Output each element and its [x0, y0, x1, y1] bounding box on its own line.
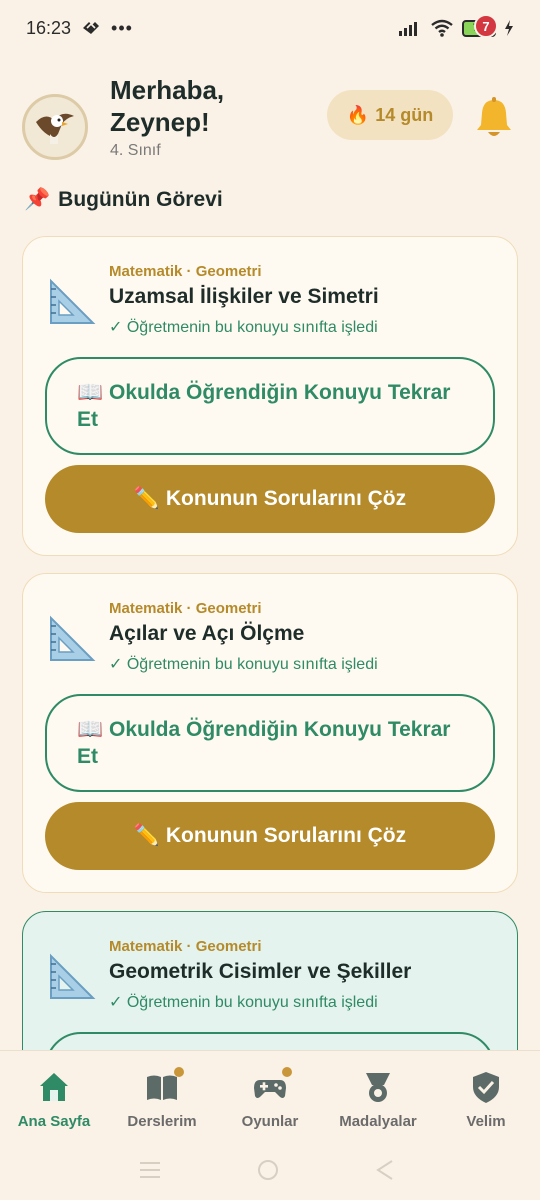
status-bar: 16:23 ••• 79 — [0, 0, 540, 56]
status-time: 16:23 — [26, 17, 72, 38]
section-title: 📌 Bugünün Görevi — [24, 188, 223, 212]
grade-label: 4. Sınıf — [110, 142, 161, 159]
nav-item-lessons[interactable]: Derslerim — [108, 1067, 216, 1139]
card-note: ✓ Öğretmenin bu konuyu sınıfta işledi — [109, 994, 378, 1011]
signal-icon — [399, 22, 417, 36]
ruler-triangle-icon — [50, 615, 96, 661]
avatar[interactable] — [22, 94, 88, 160]
review-topic-button[interactable]: 📖 Okulda Öğrendiğin Konuyu Tekrar Et — [45, 694, 495, 792]
gamepad-icon — [252, 1067, 292, 1105]
solve-questions-button[interactable]: ✏️ Konunun Sorularını Çöz — [45, 802, 495, 870]
system-navigation-bar — [140, 1160, 393, 1180]
task-card: Matematik · Geometri Açılar ve Açı Ölçme… — [22, 573, 518, 893]
streak-label: 14 gün — [375, 104, 434, 125]
nav-item-parent[interactable]: Velim — [432, 1069, 540, 1139]
wifi-icon — [431, 19, 453, 37]
more-notifications-icon: ••• — [111, 17, 133, 38]
review-topic-button[interactable]: 📖 Okulda Öğrendiğin Konuyu Tekrar Et — [45, 357, 495, 455]
back-icon[interactable] — [376, 1160, 393, 1180]
bell-icon[interactable] — [474, 96, 514, 140]
section-title-label: Bugünün Görevi — [58, 188, 223, 211]
streak-badge[interactable]: 🔥 14 gün — [327, 90, 453, 140]
recent-apps-icon[interactable] — [140, 1162, 160, 1178]
ruler-triangle-icon — [50, 278, 96, 324]
new-content-dot — [282, 1067, 292, 1077]
home-icon — [40, 1073, 68, 1101]
card-subject: Matematik · Geometri — [109, 600, 262, 617]
card-note: ✓ Öğretmenin bu konuyu sınıfta işledi — [109, 656, 378, 673]
card-title: Açılar ve Açı Ölçme — [109, 622, 305, 645]
nav-label: Derslerim — [127, 1113, 197, 1130]
shield-check-icon — [473, 1072, 499, 1103]
solve-questions-button[interactable]: ✏️ Konunun Sorularını Çöz — [45, 465, 495, 533]
card-subject: Matematik · Geometri — [109, 263, 262, 280]
nav-item-medals[interactable]: Madalyalar — [324, 1069, 432, 1139]
ruler-triangle-icon — [50, 953, 96, 999]
nav-label: Ana Sayfa — [17, 1113, 91, 1130]
fire-icon: 🔥 — [346, 104, 370, 125]
nav-item-home[interactable]: Ana Sayfa — [0, 1069, 108, 1139]
header: Merhaba, Zeynep! 4. Sınıf 🔥 14 gün — [22, 74, 518, 170]
app-notification-icon — [83, 22, 100, 34]
eagle-avatar-icon — [36, 113, 74, 144]
task-card: Matematik · Geometri Uzamsal İlişkiler v… — [22, 236, 518, 556]
nav-label: Velim — [466, 1113, 506, 1130]
greeting-text: Merhaba, Zeynep! — [110, 75, 225, 137]
notification-count-badge: 7 — [474, 14, 498, 38]
card-title: Geometrik Cisimler ve Şekiller — [109, 960, 412, 983]
pushpin-icon: 📌 — [24, 188, 51, 211]
home-button-icon[interactable] — [258, 1160, 278, 1180]
nav-label: Madalyalar — [339, 1113, 417, 1130]
card-subject: Matematik · Geometri — [109, 938, 262, 955]
nav-label: Oyunlar — [241, 1113, 299, 1130]
charging-icon — [505, 20, 513, 36]
card-note: ✓ Öğretmenin bu konuyu sınıfta işledi — [109, 319, 378, 336]
card-title: Uzamsal İlişkiler ve Simetri — [109, 285, 379, 308]
nav-item-games[interactable]: Oyunlar — [216, 1067, 324, 1139]
new-content-dot — [174, 1067, 184, 1077]
medal-icon — [366, 1073, 390, 1102]
book-icon — [144, 1067, 184, 1105]
